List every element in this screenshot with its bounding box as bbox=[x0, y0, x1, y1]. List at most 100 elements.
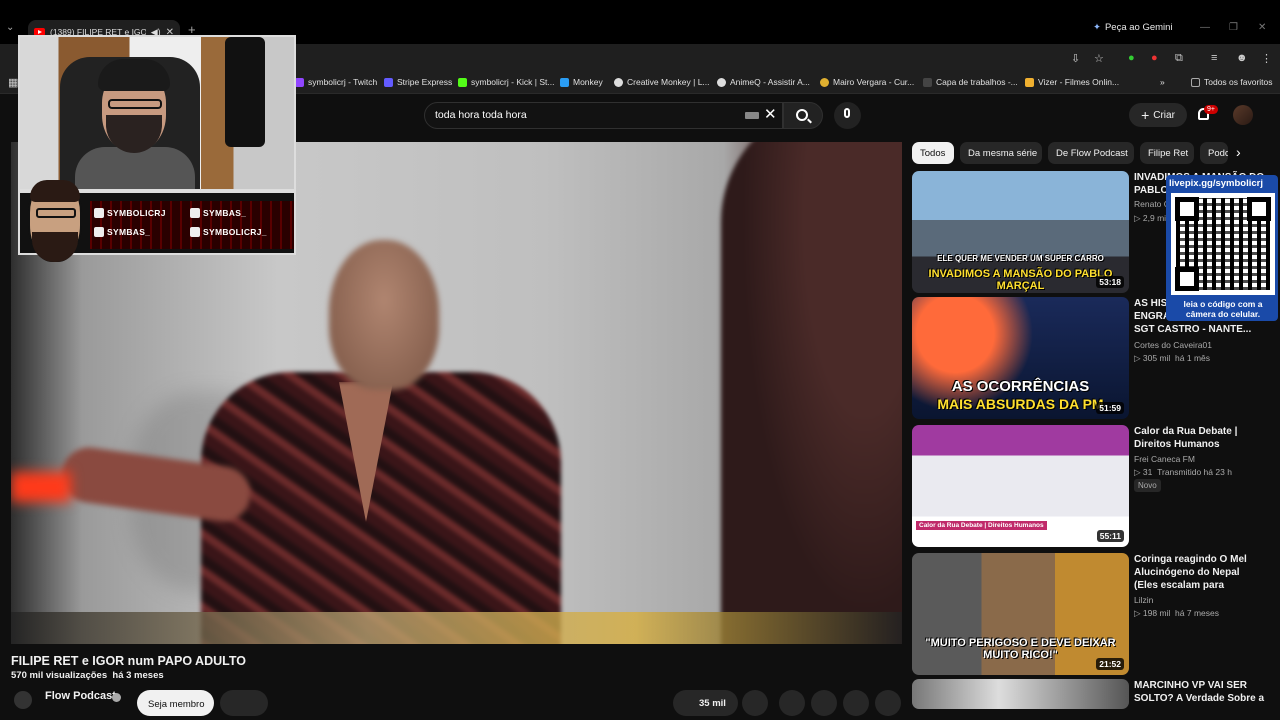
handle-text: SYMBOLICRJ_ bbox=[203, 227, 267, 237]
avatar-glasses bbox=[36, 208, 76, 218]
all-bookmarks-folder[interactable]: Todos os favoritos bbox=[1191, 77, 1273, 87]
chip-from-channel[interactable]: De Flow Podcast bbox=[1048, 142, 1134, 164]
share-button[interactable] bbox=[779, 690, 805, 716]
more-actions-button[interactable] bbox=[875, 690, 901, 716]
subscription-bell-button[interactable] bbox=[220, 690, 268, 716]
kick-icon bbox=[458, 77, 467, 87]
extensions-puzzle-icon[interactable]: ⧉ bbox=[1175, 52, 1183, 65]
bookmark-item[interactable]: symbolicrj - Kick | St... bbox=[458, 77, 554, 87]
qr-finder bbox=[1175, 267, 1199, 291]
video-frame-red-light bbox=[11, 472, 71, 502]
handle-text: SYMBAS_ bbox=[203, 208, 247, 218]
recommendation-channel[interactable]: Cortes do Caveira01 bbox=[1134, 340, 1212, 350]
apps-grid-icon[interactable]: ▦ bbox=[8, 76, 18, 89]
tab-search-chevron-icon[interactable]: ⌄ bbox=[6, 22, 14, 33]
gemini-icon: ✦ bbox=[1093, 22, 1101, 33]
page-icon bbox=[923, 77, 932, 87]
webcam-glasses bbox=[108, 99, 162, 109]
close-window-icon[interactable]: ✕ bbox=[1258, 22, 1266, 33]
save-button[interactable] bbox=[843, 690, 869, 716]
webcam-overlay bbox=[18, 35, 296, 191]
thumbnail-text: ELE QUER ME VENDER UM SUPER CARRO bbox=[937, 254, 1104, 263]
recommendation-stats: ▷ 198 mil há 7 meses bbox=[1134, 608, 1219, 618]
view-count: 31 bbox=[1142, 467, 1153, 477]
recommendation-stats: ▷ 2,9 mi bbox=[1134, 213, 1167, 223]
view-count: 570 mil visualizações bbox=[11, 670, 108, 681]
upload-age: há 1 mês bbox=[1175, 353, 1211, 363]
media-controls-icon[interactable]: ≡ bbox=[1211, 52, 1217, 64]
recommendation-thumbnail[interactable]: AS OCORRÊNCIAS MAIS ABSURDAS DA PM 51:59 bbox=[912, 297, 1129, 419]
webcam-microphone bbox=[225, 37, 265, 147]
more-bookmarks-icon[interactable]: » bbox=[1160, 77, 1165, 87]
create-button[interactable]: + Criar bbox=[1129, 103, 1187, 127]
keyboard-icon[interactable] bbox=[745, 112, 759, 119]
upload-age: há 7 meses bbox=[1175, 608, 1219, 618]
bookmark-label: AnimeQ - Assistir A... bbox=[730, 77, 810, 87]
recommendation-title[interactable]: Coringa reagindo O Mel Alucinógeno do Ne… bbox=[1134, 553, 1266, 593]
mairo-icon bbox=[820, 77, 829, 87]
bookmark-item[interactable]: symbolicrj - Twitch bbox=[295, 77, 377, 87]
avatar-hair bbox=[30, 180, 80, 202]
video-metadata: 570 mil visualizações há 3 meses bbox=[11, 670, 164, 681]
notification-count-badge: 9+ bbox=[1204, 105, 1218, 114]
bookmark-item[interactable]: Creative Monkey | L... bbox=[614, 77, 710, 87]
bookmark-label: Todos os favoritos bbox=[1204, 77, 1273, 87]
duration-badge: 51:59 bbox=[1096, 402, 1124, 414]
new-badge: Novo bbox=[1134, 479, 1161, 492]
extension-green-icon[interactable]: ● bbox=[1128, 52, 1135, 64]
extension-red-icon[interactable]: ● bbox=[1151, 52, 1158, 64]
thanks-button[interactable] bbox=[811, 690, 837, 716]
recommendation-title[interactable]: Calor da Rua Debate | Direitos Humanos bbox=[1134, 425, 1266, 451]
qr-finder bbox=[1175, 197, 1199, 221]
bookmark-item[interactable]: Vizer - Filmes Onlin... bbox=[1025, 77, 1119, 87]
maximize-icon[interactable]: ❐ bbox=[1229, 22, 1238, 33]
channel-name[interactable]: Flow Podcast bbox=[45, 690, 116, 702]
bookmark-label: Stripe Express bbox=[397, 77, 453, 87]
bookmark-item[interactable]: Capa de trabalhos -... bbox=[923, 77, 1018, 87]
install-app-icon[interactable]: ⇩ bbox=[1071, 52, 1080, 65]
channel-avatar[interactable] bbox=[14, 691, 32, 709]
recommendation-thumbnail[interactable]: "MUITO PERIGOSO E DEVE DEIXAR MUITO RICO… bbox=[912, 553, 1129, 675]
plus-icon: + bbox=[1141, 107, 1150, 123]
bookmark-label: Mairo Vergara - Cur... bbox=[833, 77, 915, 87]
handle-text: SYMBAS_ bbox=[107, 227, 151, 237]
minimize-icon[interactable]: — bbox=[1200, 22, 1210, 33]
chevron-right-icon[interactable]: › bbox=[1236, 144, 1241, 160]
qr-caption: leia o código com a câmera do celular. bbox=[1183, 299, 1263, 320]
search-icon bbox=[796, 109, 808, 121]
upload-age: há 3 meses bbox=[112, 670, 164, 681]
gemini-button[interactable]: ✦ Peça ao Gemini bbox=[1093, 22, 1173, 33]
like-button[interactable]: 35 mil bbox=[673, 690, 738, 716]
bookmark-label: Monkey bbox=[573, 77, 603, 87]
chip-same-series[interactable]: Da mesma série bbox=[960, 142, 1042, 164]
bookmark-item[interactable]: AnimeQ - Assistir A... bbox=[717, 77, 810, 87]
recommendation-thumbnail[interactable]: ELE QUER ME VENDER UM SUPER CARRO INVADI… bbox=[912, 171, 1129, 293]
twitch-handle: SYMBOLICRJ bbox=[94, 208, 166, 218]
recommendation-title[interactable]: MARCINHO VP VAI SER SOLTO? A Verdade Sob… bbox=[1134, 679, 1266, 707]
profile-icon[interactable]: ☻ bbox=[1236, 52, 1248, 64]
bookmark-item[interactable]: Mairo Vergara - Cur... bbox=[820, 77, 914, 87]
recommendation-channel[interactable]: Lilzin bbox=[1134, 595, 1153, 605]
recommendation-thumbnail[interactable] bbox=[912, 679, 1129, 709]
twitch-icon bbox=[94, 208, 104, 218]
bookmark-star-icon[interactable]: ☆ bbox=[1094, 52, 1104, 65]
chip-podcasts[interactable]: Podcasts bbox=[1200, 142, 1228, 164]
dislike-button[interactable] bbox=[742, 690, 768, 716]
clear-search-icon[interactable]: ✕ bbox=[764, 105, 777, 123]
recommendation-channel[interactable]: Frei Caneca FM bbox=[1134, 454, 1195, 464]
globe-icon bbox=[614, 77, 623, 87]
account-avatar[interactable] bbox=[1233, 105, 1253, 125]
chip-filipe-ret[interactable]: Filipe Ret bbox=[1140, 142, 1194, 164]
chip-all[interactable]: Todos bbox=[912, 142, 954, 164]
handle-text: SYMBOLICRJ bbox=[107, 208, 166, 218]
recommendation-stats: ▷ 31 Transmitido há 23 h bbox=[1134, 467, 1232, 477]
join-button[interactable]: Seja membro bbox=[137, 690, 214, 716]
browser-menu-icon[interactable]: ⋮ bbox=[1261, 52, 1272, 65]
upload-age: Transmitido há 23 h bbox=[1157, 467, 1232, 477]
recommendation-thumbnail[interactable]: Calor da Rua Debate | Direitos Humanos 5… bbox=[912, 425, 1129, 547]
bookmark-item[interactable]: Stripe Express bbox=[384, 77, 452, 87]
qr-finder bbox=[1247, 197, 1271, 221]
bookmark-item[interactable]: Monkey bbox=[560, 77, 603, 87]
video-frame-person-right bbox=[721, 142, 902, 644]
qr-code-icon bbox=[1171, 193, 1275, 295]
